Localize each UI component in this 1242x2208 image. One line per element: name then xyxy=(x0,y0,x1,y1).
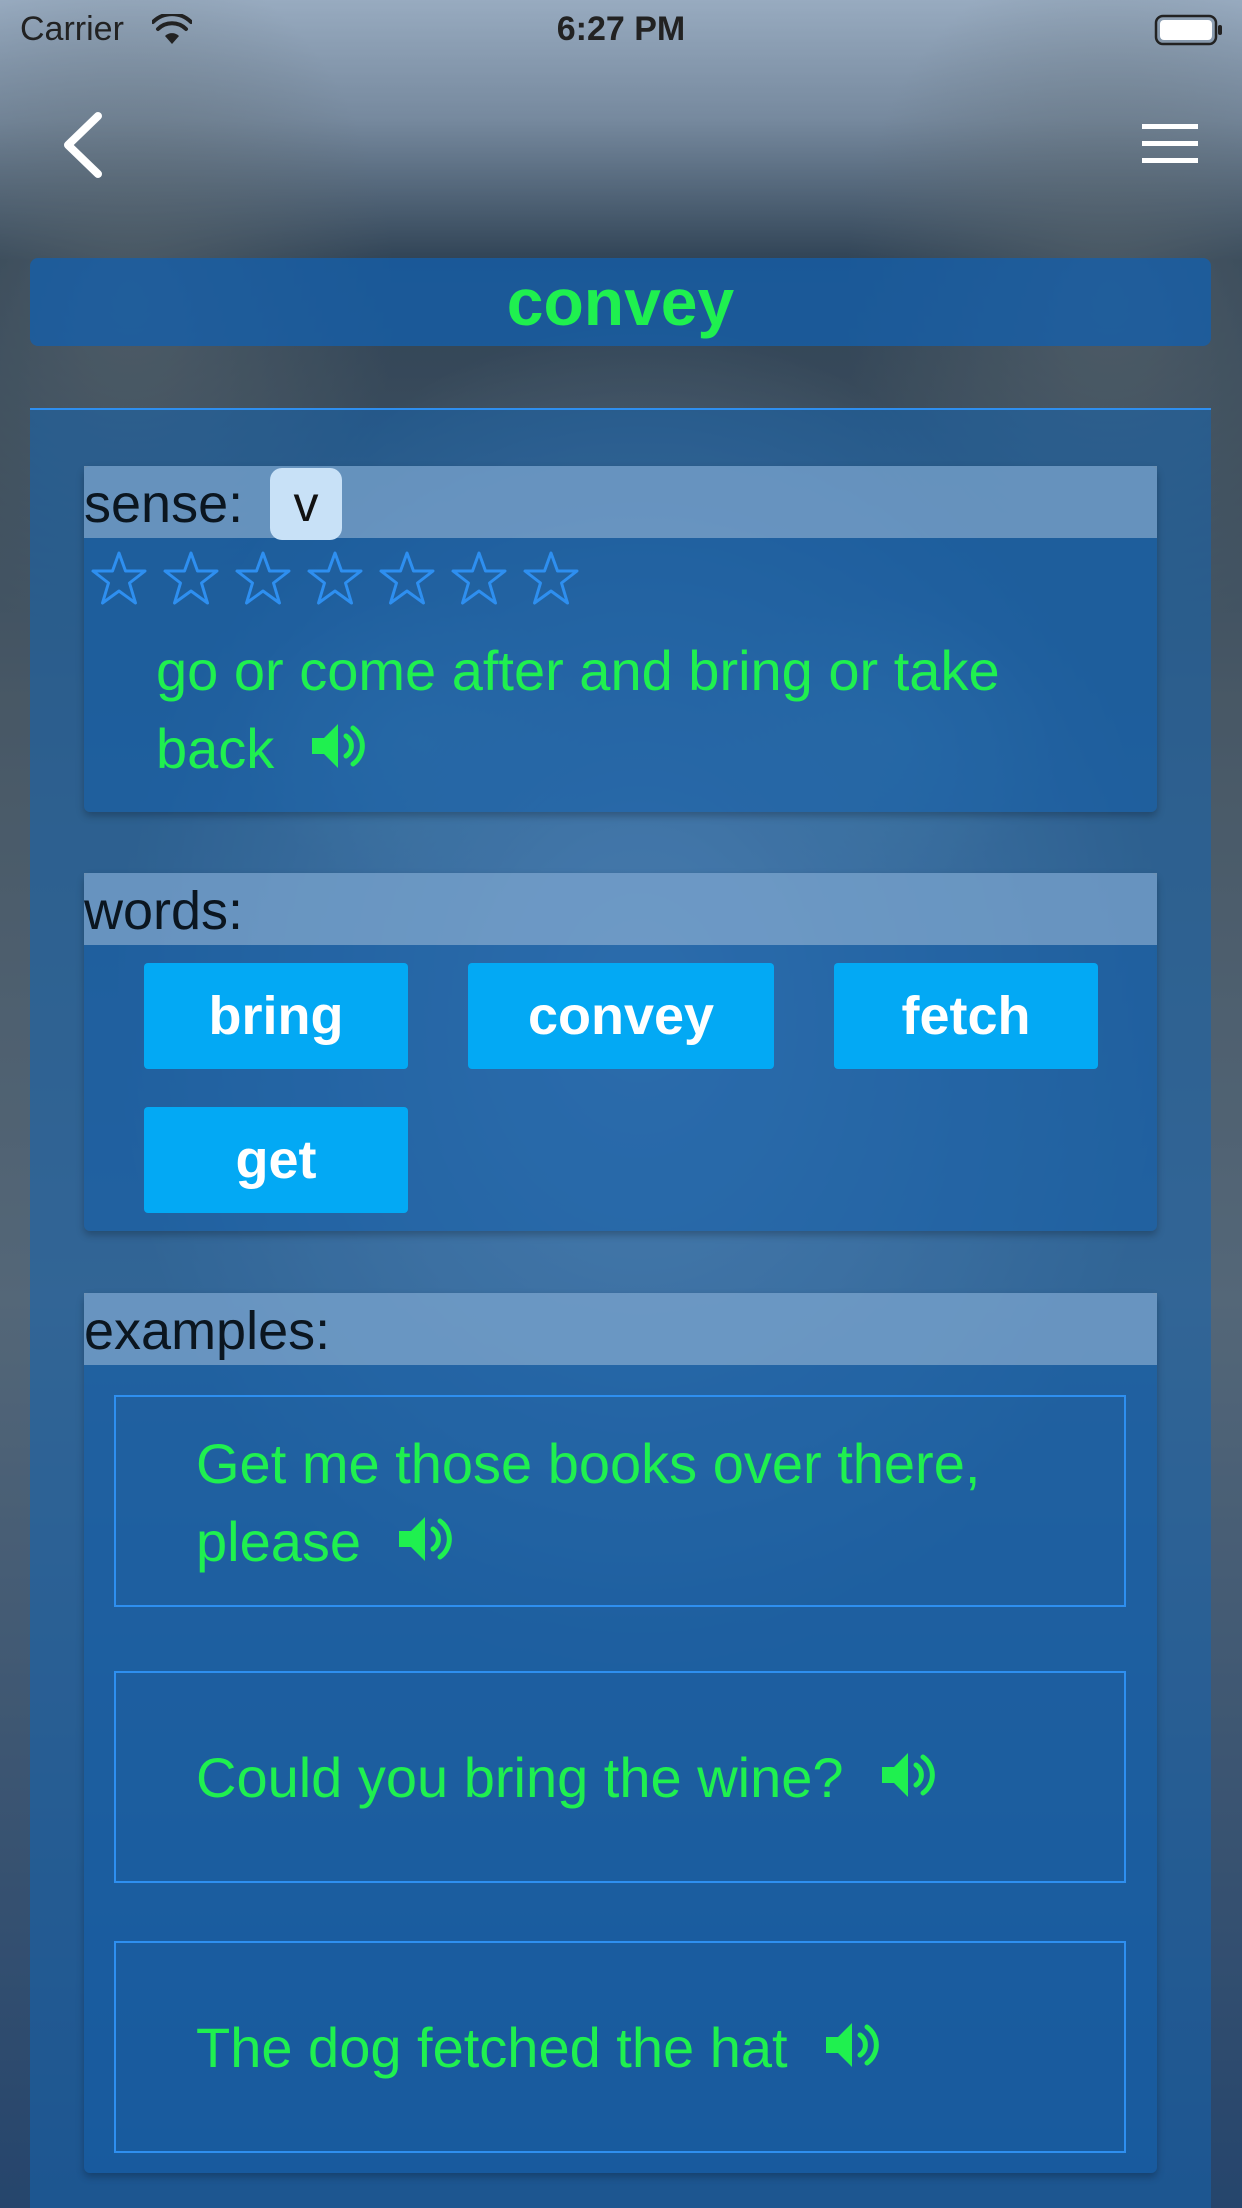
example-item: Get me those books over there, please xyxy=(114,1395,1126,1607)
status-bar: Carrier 6:27 PM xyxy=(0,0,1242,60)
part-of-speech-badge: v xyxy=(270,468,342,540)
example-text: Get me those books over there, please xyxy=(196,1432,981,1573)
star-icon[interactable] xyxy=(162,550,220,608)
sense-section: sense: v go or come after and bring or t… xyxy=(84,466,1157,812)
menu-icon[interactable] xyxy=(1140,120,1200,168)
sense-label: sense: xyxy=(84,474,244,534)
word-title: convey xyxy=(506,265,735,339)
word-button-convey[interactable]: convey xyxy=(468,963,774,1069)
examples-section: examples: Get me those books over there,… xyxy=(84,1293,1157,2173)
words-header: words: xyxy=(84,873,1157,945)
star-icon[interactable] xyxy=(90,550,148,608)
example-text-wrap: Get me those books over there, please xyxy=(196,1425,1076,1581)
example-text-wrap: Could you bring the wine? xyxy=(196,1739,1076,1817)
example-text: The dog fetched the hat xyxy=(196,2016,788,2079)
back-icon[interactable] xyxy=(56,110,112,180)
speaker-icon[interactable] xyxy=(880,1749,938,1801)
example-item: The dog fetched the hat xyxy=(114,1941,1126,2153)
word-button-fetch[interactable]: fetch xyxy=(834,963,1098,1069)
star-icon[interactable] xyxy=(306,550,364,608)
title-bar: convey xyxy=(30,258,1211,346)
examples-header: examples: xyxy=(84,1293,1157,1365)
star-icon[interactable] xyxy=(234,550,292,608)
examples-label: examples: xyxy=(84,1301,331,1361)
star-icon[interactable] xyxy=(450,550,508,608)
clock: 6:27 PM xyxy=(556,10,686,48)
star-icon[interactable] xyxy=(378,550,436,608)
sense-header: sense: v xyxy=(84,466,1157,540)
definition-text: go or come after and bring or take back xyxy=(156,639,1000,780)
battery-icon xyxy=(1154,14,1222,46)
star-rating[interactable] xyxy=(90,550,594,610)
example-text-wrap: The dog fetched the hat xyxy=(196,2009,1076,2087)
words-label: words: xyxy=(84,881,244,941)
word-button-get[interactable]: get xyxy=(144,1107,408,1213)
speaker-icon[interactable] xyxy=(397,1513,455,1565)
speaker-icon[interactable] xyxy=(310,720,368,772)
star-icon[interactable] xyxy=(522,550,580,608)
speaker-icon[interactable] xyxy=(824,2019,882,2071)
word-button-bring[interactable]: bring xyxy=(144,963,408,1069)
example-text: Could you bring the wine? xyxy=(196,1746,844,1809)
definition: go or come after and bring or take back xyxy=(156,632,1056,788)
words-section: words: bring convey fetch get xyxy=(84,873,1157,1231)
example-item: Could you bring the wine? xyxy=(114,1671,1126,1883)
